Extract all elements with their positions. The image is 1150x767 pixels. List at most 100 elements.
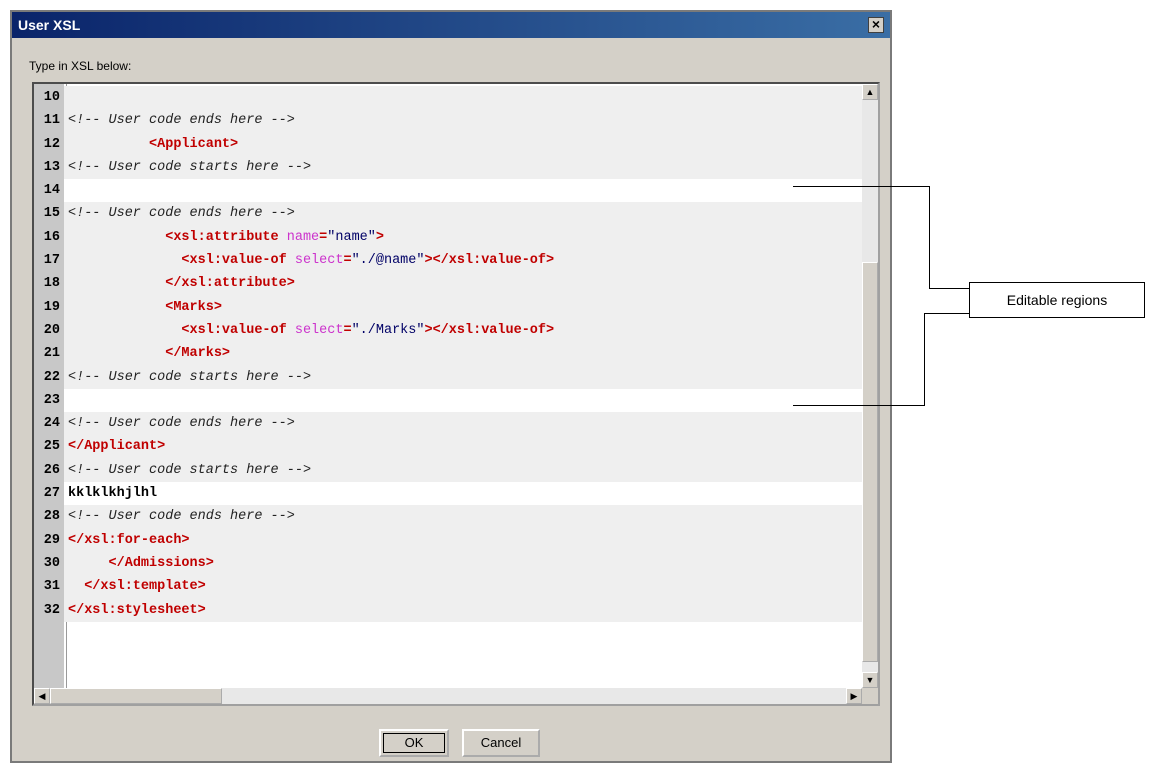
code-text: </xsl:template> — [64, 575, 206, 598]
line-number: 13 — [34, 155, 64, 180]
code-line: 16 <xsl:attribute name="name"> — [34, 225, 866, 250]
scroll-up-icon[interactable]: ▲ — [862, 84, 878, 100]
code-text: <!-- User code ends here --> — [64, 202, 295, 225]
line-number: 20 — [34, 318, 64, 343]
line-number: 10 — [34, 86, 64, 110]
code-token-tag: <Marks> — [165, 299, 222, 315]
code-token-tag: </Marks> — [165, 346, 231, 362]
code-token-tag: ></xsl:value-of> — [424, 253, 555, 269]
code-line: 15 <!-- User code ends here --> — [34, 202, 866, 226]
code-token-attrval: "./@name" — [351, 253, 425, 269]
code-token-attrname: name — [286, 229, 320, 245]
code-line: 10 — [34, 86, 866, 110]
code-text: <xsl:attribute name="name"> — [64, 226, 384, 249]
line-number: 21 — [34, 342, 64, 366]
code-token-tag: = — [343, 322, 352, 338]
code-text: <xsl:value-of select="./@name"></xsl:val… — [64, 249, 554, 272]
code-token-tag: </xsl:stylesheet> — [68, 602, 206, 618]
code-line: 22 <!-- User code starts here --> — [34, 365, 866, 389]
code-line: 21 </Marks> — [34, 342, 866, 366]
code-line: 25 </Applicant> — [34, 435, 866, 459]
code-line: 24 <!-- User code ends here --> — [34, 412, 866, 436]
code-token-comment: <!-- User code ends here --> — [68, 416, 295, 432]
callout-line-bottom-vertical — [924, 313, 925, 406]
code-text: <Marks> — [64, 296, 222, 319]
line-number: 16 — [34, 225, 64, 250]
code-token-tag: <xsl:value-of — [181, 322, 295, 338]
code-token-tag: </xsl:template> — [84, 579, 206, 595]
code-line: 26 <!-- User code starts here --> — [34, 458, 866, 483]
code-token-attrname: select — [294, 253, 344, 269]
code-token-comment: <!-- User code ends here --> — [68, 509, 295, 525]
code-line: 32 </xsl:stylesheet> — [34, 598, 866, 622]
code-lines: 10 11 <!-- User code ends here --> 12 <Appl… — [34, 86, 866, 622]
code-text: <!-- User code ends here --> — [64, 109, 295, 132]
editable-code-line[interactable]: 27 kklklkhjlhl — [34, 482, 866, 506]
code-token-comment: <!-- User code starts here --> — [68, 369, 312, 385]
line-number: 15 — [34, 202, 64, 226]
code-line: 31 </xsl:template> — [34, 575, 866, 599]
code-text: <!-- User code ends here --> — [64, 505, 295, 528]
code-token-comment: <!-- User code starts here --> — [68, 462, 312, 478]
code-line: 20 <xsl:value-of select="./Marks"></xsl:… — [34, 318, 866, 343]
line-number: 19 — [34, 295, 64, 319]
code-text: <!-- User code ends here --> — [64, 412, 295, 435]
code-text: </xsl:for-each> — [64, 529, 190, 552]
line-number: 32 — [34, 598, 64, 622]
line-number: 23 — [34, 388, 64, 413]
code-line: 18 </xsl:attribute> — [34, 272, 866, 296]
line-number: 14 — [34, 179, 64, 203]
xsl-code-editor[interactable]: 10 11 <!-- User code ends here --> 12 <Appl… — [32, 82, 880, 706]
code-token-tag: = — [343, 253, 352, 269]
code-token-comment: <!-- User code starts here --> — [68, 159, 312, 175]
callout-line-top-connector — [929, 288, 970, 289]
code-text: </xsl:attribute> — [64, 272, 295, 295]
code-line: 11 <!-- User code ends here --> — [34, 109, 866, 133]
code-token-tag: > — [375, 229, 384, 245]
code-text: <xsl:value-of select="./Marks"></xsl:val… — [64, 319, 554, 342]
code-line: 28 <!-- User code ends here --> — [34, 505, 866, 529]
callout-line-top — [793, 186, 930, 187]
code-token-tag: </xsl:attribute> — [165, 276, 295, 292]
line-number: 12 — [34, 132, 64, 156]
scroll-right-icon[interactable]: ▶ — [846, 688, 862, 704]
editable-code-line[interactable]: 14 — [34, 179, 866, 203]
code-token-tag: <xsl:attribute — [165, 229, 287, 245]
code-token-attrval: "name" — [327, 229, 376, 245]
cancel-button[interactable]: Cancel — [462, 729, 540, 757]
code-token-tag: ></xsl:value-of> — [424, 322, 555, 338]
code-token-tag: </Admissions> — [108, 555, 214, 571]
code-line: 13 <!-- User code starts here --> — [34, 155, 866, 180]
dialog-title: User XSL — [18, 17, 81, 33]
line-number: 28 — [34, 505, 64, 529]
editable-regions-callout: Editable regions — [969, 282, 1145, 318]
user-xsl-dialog: User XSL × Type in XSL below: 10 11 <!-- U… — [10, 10, 892, 763]
code-text: </xsl:stylesheet> — [64, 599, 206, 622]
line-number: 11 — [34, 109, 64, 133]
close-icon[interactable]: × — [868, 17, 884, 33]
code-token-tag: <Applicant> — [149, 136, 239, 152]
scroll-down-icon[interactable]: ▼ — [862, 672, 878, 688]
scroll-left-icon[interactable]: ◀ — [34, 688, 50, 704]
code-line: 12 <Applicant> — [34, 132, 866, 156]
vertical-scrollbar[interactable]: ▲ ▼ — [862, 84, 878, 688]
callout-line-bottom-connector — [924, 313, 970, 314]
code-line: 17 <xsl:value-of select="./@name"></xsl:… — [34, 249, 866, 273]
line-number: 30 — [34, 551, 64, 576]
code-line: 19 <Marks> — [34, 295, 866, 319]
horizontal-scroll-thumb[interactable] — [50, 688, 222, 704]
code-token-comment: <!-- User code ends here --> — [68, 113, 295, 129]
horizontal-scrollbar[interactable]: ◀ ▶ — [34, 688, 862, 704]
ok-button[interactable]: OK — [379, 729, 449, 757]
code-token-tag: </Applicant> — [68, 439, 166, 455]
vertical-scroll-thumb[interactable] — [862, 262, 878, 662]
editor-prompt-label: Type in XSL below: — [29, 59, 132, 73]
code-token-tag: </xsl:for-each> — [68, 532, 190, 548]
dialog-title-bar[interactable]: User XSL × — [12, 12, 890, 38]
editable-code-line[interactable]: 23 — [34, 388, 866, 413]
